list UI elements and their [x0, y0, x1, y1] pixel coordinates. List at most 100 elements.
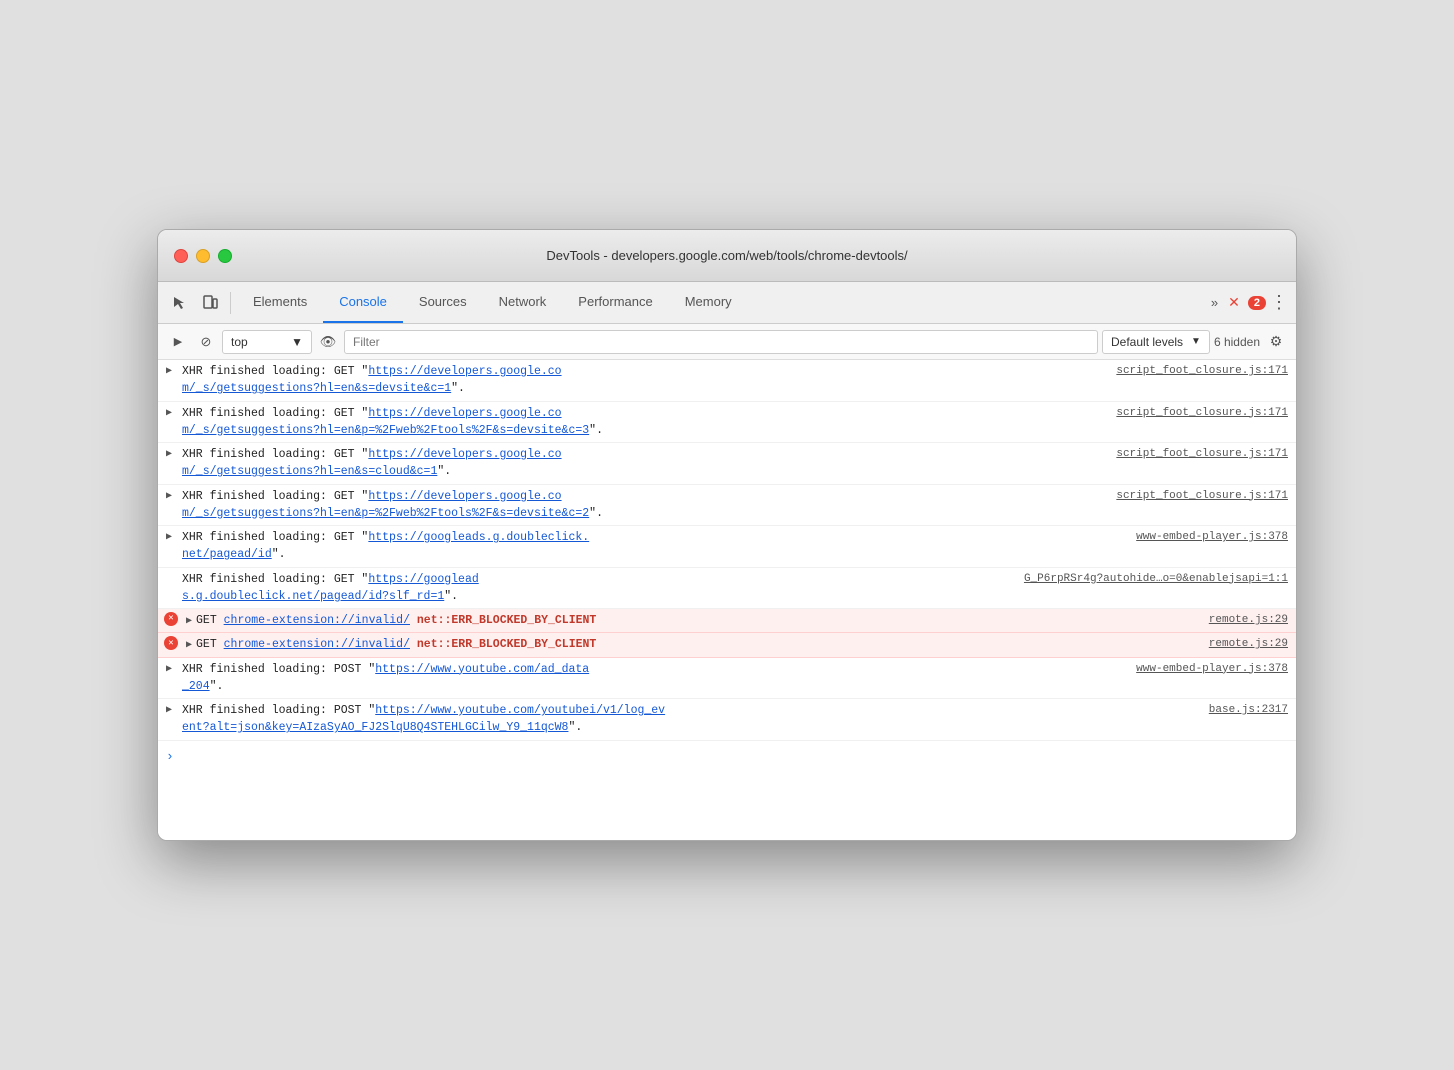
error-text: net::ERR_BLOCKED_BY_CLIENT [410, 614, 596, 627]
maximize-button[interactable] [218, 249, 232, 263]
log-content: XHR finished loading: GET "https://devel… [182, 488, 1108, 523]
expand-arrow[interactable]: ▶ [166, 364, 172, 379]
log-link[interactable]: https://www.youtube.com/ad_data_204 [182, 663, 589, 693]
error-icon: ✕ [164, 612, 178, 626]
expand-arrow[interactable]: ▶ [166, 662, 172, 677]
error-count-badge[interactable]: 2 [1248, 296, 1266, 310]
expand-arrow[interactable]: ▶ [166, 447, 172, 462]
console-settings-button[interactable]: ⚙ [1264, 330, 1288, 354]
log-entry: ▶ XHR finished loading: GET "https://goo… [158, 526, 1296, 568]
log-content: XHR finished loading: GET "https://googl… [182, 529, 1120, 564]
more-tabs-button[interactable]: » [1203, 295, 1226, 310]
log-source: base.js:2317 [1128, 702, 1288, 719]
log-link[interactable]: chrome-extension://invalid/ [224, 638, 410, 651]
log-source: remote.js:29 [1128, 612, 1288, 629]
more-menu-button[interactable]: ⋮ [1270, 292, 1288, 313]
window-title: DevTools - developers.google.com/web/too… [546, 248, 907, 263]
log-source: www-embed-player.js:378 [1128, 661, 1288, 678]
log-source: www-embed-player.js:378 [1128, 529, 1288, 546]
cursor-icon [172, 295, 188, 311]
minimize-button[interactable] [196, 249, 210, 263]
log-link[interactable]: https://developers.google.com/_s/getsugg… [182, 490, 589, 520]
toolbar-separator [230, 292, 231, 314]
source-link[interactable]: base.js:2317 [1209, 704, 1288, 716]
log-link[interactable]: chrome-extension://invalid/ [224, 614, 410, 627]
device-icon [202, 295, 218, 311]
log-content: XHR finished loading: GET "https://devel… [182, 405, 1108, 440]
log-entry-error: ✕ ▶GET chrome-extension://invalid/ net::… [158, 633, 1296, 657]
expand-arrow[interactable]: ▶ [186, 616, 192, 627]
traffic-lights [174, 249, 232, 263]
log-source: script_foot_closure.js:171 [1116, 446, 1288, 463]
log-content: ▶GET chrome-extension://invalid/ net::ER… [186, 636, 1120, 653]
expand-arrow[interactable]: ▶ [186, 640, 192, 651]
log-content: XHR finished loading: POST "https://www.… [182, 661, 1120, 696]
log-content: XHR finished loading: POST "https://www.… [182, 702, 1120, 737]
expand-arrow[interactable]: ▶ [166, 703, 172, 718]
source-link[interactable]: www-embed-player.js:378 [1136, 531, 1288, 543]
title-bar: DevTools - developers.google.com/web/too… [158, 230, 1296, 282]
source-link[interactable]: www-embed-player.js:378 [1136, 663, 1288, 675]
console-cursor-line[interactable]: › [158, 741, 1296, 753]
tab-performance[interactable]: Performance [562, 282, 668, 323]
source-link[interactable]: G_P6rpRSr4g?autohide…o=0&enablejsapi=1:1 [1024, 573, 1288, 585]
error-text: net::ERR_BLOCKED_BY_CLIENT [410, 638, 596, 651]
log-content: XHR finished loading: GET "https://devel… [182, 363, 1108, 398]
live-expression-button[interactable]: 👁 [316, 330, 340, 354]
log-entry: ▶ XHR finished loading: GET "https://dev… [158, 360, 1296, 402]
log-content: ▶GET chrome-extension://invalid/ net::ER… [186, 612, 1120, 629]
log-link[interactable]: https://developers.google.com/_s/getsugg… [182, 448, 562, 478]
log-entry: ▶ XHR finished loading: POST "https://ww… [158, 658, 1296, 700]
log-link[interactable]: https://googleads.g.doubleclick.net/page… [182, 573, 479, 603]
tab-memory[interactable]: Memory [669, 282, 748, 323]
tab-elements[interactable]: Elements [237, 282, 323, 323]
expand-arrow[interactable]: ▶ [166, 530, 172, 545]
source-link[interactable]: remote.js:29 [1209, 614, 1288, 626]
error-icon: ✕ [164, 636, 178, 650]
clear-errors-button[interactable]: ⊘ [194, 330, 218, 354]
console-output: ▶ XHR finished loading: GET "https://dev… [158, 360, 1296, 840]
source-link[interactable]: remote.js:29 [1209, 638, 1288, 650]
log-entry: ▶ XHR finished loading: GET "https://dev… [158, 443, 1296, 485]
run-script-button[interactable]: ▶ [166, 330, 190, 354]
log-source: script_foot_closure.js:171 [1116, 488, 1288, 505]
tab-sources[interactable]: Sources [403, 282, 483, 323]
tab-bar: Elements Console Sources Network Perform… [237, 282, 1201, 323]
main-toolbar: Elements Console Sources Network Perform… [158, 282, 1296, 324]
log-link[interactable]: https://www.youtube.com/youtubei/v1/log_… [182, 704, 665, 734]
log-source: G_P6rpRSr4g?autohide…o=0&enablejsapi=1:1 [1024, 571, 1288, 588]
hidden-count: 6 hidden [1214, 335, 1260, 349]
context-selector[interactable]: top ▼ [222, 330, 312, 354]
devtools-window: DevTools - developers.google.com/web/too… [157, 229, 1297, 841]
log-source: script_foot_closure.js:171 [1116, 405, 1288, 422]
inspect-element-button[interactable] [166, 289, 194, 317]
log-link[interactable]: https://developers.google.com/_s/getsugg… [182, 365, 562, 395]
close-button[interactable] [174, 249, 188, 263]
log-entry: ▶ XHR finished loading: POST "https://ww… [158, 699, 1296, 741]
source-link[interactable]: script_foot_closure.js:171 [1116, 365, 1288, 377]
cursor-arrow: › [166, 747, 174, 767]
source-link[interactable]: script_foot_closure.js:171 [1116, 448, 1288, 460]
log-entry: ▶ XHR finished loading: GET "https://dev… [158, 485, 1296, 527]
device-toolbar-button[interactable] [196, 289, 224, 317]
tab-network[interactable]: Network [483, 282, 563, 323]
log-levels-button[interactable]: Default levels ▼ [1102, 330, 1210, 354]
source-link[interactable]: script_foot_closure.js:171 [1116, 490, 1288, 502]
log-entry-error: ✕ ▶GET chrome-extension://invalid/ net::… [158, 609, 1296, 633]
log-entry: XHR finished loading: GET "https://googl… [158, 568, 1296, 610]
log-content: XHR finished loading: GET "https://devel… [182, 446, 1108, 481]
log-entry: ▶ XHR finished loading: GET "https://dev… [158, 402, 1296, 444]
source-link[interactable]: script_foot_closure.js:171 [1116, 407, 1288, 419]
filter-input[interactable] [344, 330, 1098, 354]
error-icon: ✕ [1228, 294, 1240, 311]
log-source: script_foot_closure.js:171 [1116, 363, 1288, 380]
console-toolbar: ▶ ⊘ top ▼ 👁 Default levels ▼ 6 hidden ⚙ [158, 324, 1296, 360]
expand-arrow[interactable]: ▶ [166, 489, 172, 504]
tab-console[interactable]: Console [323, 282, 403, 323]
log-content: XHR finished loading: GET "https://googl… [182, 571, 1016, 606]
log-link[interactable]: https://developers.google.com/_s/getsugg… [182, 407, 589, 437]
expand-arrow[interactable]: ▶ [166, 406, 172, 421]
context-arrow: ▼ [291, 335, 303, 349]
log-source: remote.js:29 [1128, 636, 1288, 653]
log-link[interactable]: https://googleads.g.doubleclick.net/page… [182, 531, 589, 561]
